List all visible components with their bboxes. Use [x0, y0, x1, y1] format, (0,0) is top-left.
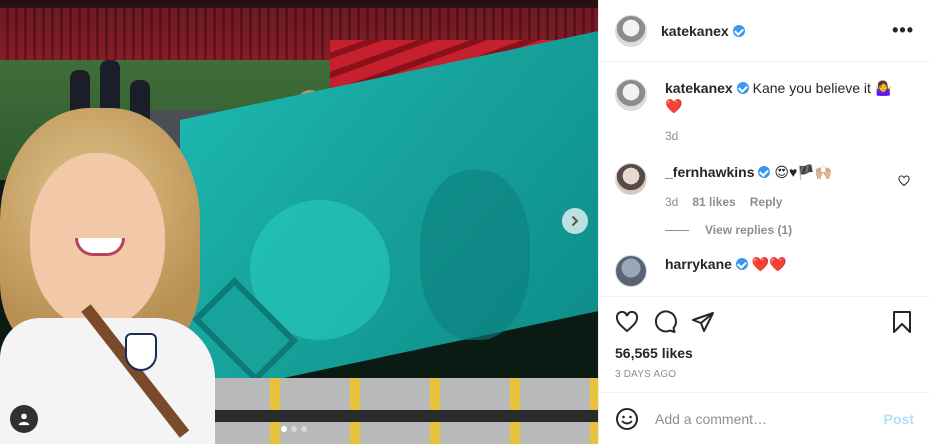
- reply-button[interactable]: Reply: [750, 193, 783, 211]
- comment-avatar[interactable]: [615, 255, 647, 287]
- post-date[interactable]: 3 DAYS AGO: [615, 369, 914, 380]
- comment-age[interactable]: 3d: [665, 193, 678, 211]
- comment-item: harrykane ❤️❤️: [615, 255, 914, 287]
- author-avatar[interactable]: [615, 14, 647, 47]
- caption: katekanex Kane you believe it 🤷‍♀️ ❤️ 3d: [615, 79, 914, 145]
- author-username[interactable]: katekanex: [661, 23, 745, 39]
- comment-text: ❤️❤️: [751, 256, 787, 272]
- carousel-next-button[interactable]: [562, 208, 588, 234]
- comment-like-heart-icon[interactable]: [898, 175, 910, 187]
- view-replies-button[interactable]: View replies (1): [665, 223, 914, 237]
- caption-text: Kane you believe it 🤷‍♀️: [752, 80, 893, 96]
- instagram-post: 9: [0, 0, 930, 444]
- carousel-dot: [281, 426, 287, 432]
- likes-count[interactable]: 56,565 likes: [615, 345, 914, 361]
- verified-badge-icon: [736, 82, 749, 94]
- more-options-icon[interactable]: •••: [892, 20, 914, 41]
- emoji-smiley-icon[interactable]: [615, 407, 639, 431]
- verified-badge-icon: [732, 24, 745, 37]
- comment-likes[interactable]: 81 likes: [692, 193, 735, 211]
- bookmark-icon[interactable]: [890, 310, 914, 334]
- post-actions: 56,565 likes 3 DAYS AGO: [599, 296, 930, 390]
- post-header: katekanex •••: [599, 0, 930, 62]
- post-image[interactable]: 9: [0, 0, 598, 444]
- comment-username[interactable]: harrykane: [665, 256, 732, 272]
- caption-username[interactable]: katekanex: [665, 80, 733, 96]
- carousel-dot: [301, 426, 307, 432]
- share-paper-plane-icon[interactable]: [691, 310, 715, 334]
- verified-badge-icon: [758, 166, 771, 178]
- tagged-users-button[interactable]: [10, 405, 38, 433]
- comment-bubble-icon[interactable]: [653, 310, 677, 334]
- post-sidebar: katekanex ••• katekanex Kane you believe…: [598, 0, 930, 444]
- rail: [200, 410, 598, 422]
- woman-selfie: [0, 108, 230, 444]
- caption-age[interactable]: 3d: [665, 127, 678, 145]
- carousel-indicators: [281, 426, 307, 432]
- comment-text: 😍♥🏴🙌🏼: [774, 164, 833, 180]
- comment-avatar[interactable]: [615, 163, 647, 195]
- england-crest: [125, 333, 157, 371]
- like-heart-icon[interactable]: [615, 310, 639, 334]
- comment-item: _fernhawkins 😍♥🏴🙌🏼 3d 81 likes Reply: [615, 163, 914, 211]
- verified-badge-icon: [735, 258, 748, 270]
- user-icon: [18, 413, 30, 426]
- caption-avatar[interactable]: [615, 79, 647, 111]
- add-comment-bar: Post: [599, 392, 930, 444]
- comment-username[interactable]: _fernhawkins: [665, 164, 754, 180]
- comments-list: katekanex Kane you believe it 🤷‍♀️ ❤️ 3d…: [599, 63, 930, 296]
- chevron-right-icon: [572, 216, 579, 226]
- post-comment-button[interactable]: Post: [884, 411, 914, 427]
- carousel-dot: [291, 426, 297, 432]
- add-comment-input[interactable]: [655, 410, 884, 427]
- caption-text-line2: ❤️: [665, 98, 683, 114]
